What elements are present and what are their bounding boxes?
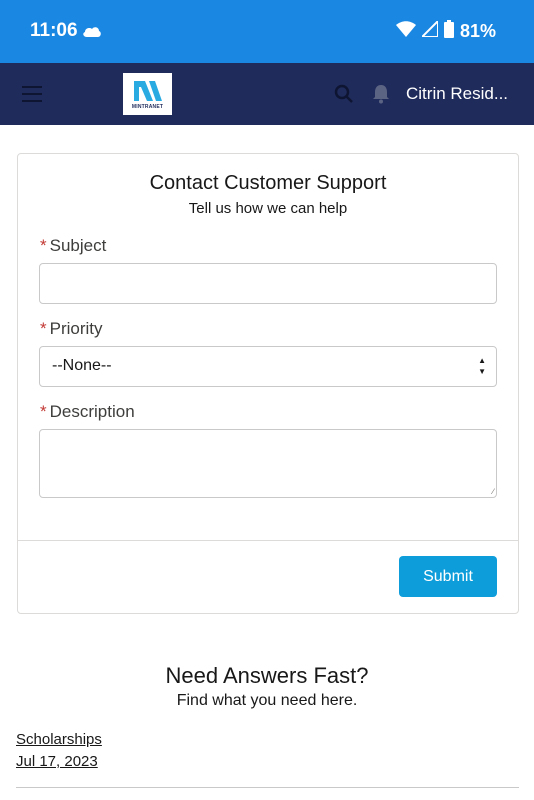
required-marker: * — [40, 319, 47, 338]
description-label: * Description — [40, 402, 135, 422]
select-arrows-icon: ▲ ▼ — [478, 356, 486, 376]
subject-label-text: Subject — [49, 236, 107, 255]
status-icons: 81% — [395, 18, 496, 43]
description-textarea[interactable]: ∕ — [39, 429, 497, 498]
required-marker: * — [40, 402, 47, 421]
article-date-link[interactable]: Jul 17, 2023 — [16, 753, 98, 770]
battery-percent: 81% — [459, 21, 496, 41]
contact-support-card: Contact Customer Support Tell us how we … — [17, 153, 519, 614]
priority-label: * Priority — [40, 319, 103, 339]
faq-subtitle: Find what you need here. — [176, 692, 358, 709]
priority-value: --None-- — [52, 357, 112, 374]
wifi-icon — [395, 21, 416, 42]
form-title: Contact Customer Support — [149, 172, 387, 194]
resize-grip-icon[interactable]: ∕ — [493, 487, 494, 496]
menu-icon[interactable] — [22, 86, 42, 102]
logo-mark-icon — [133, 80, 162, 101]
search-icon[interactable] — [334, 84, 354, 109]
subject-label: * Subject — [40, 236, 106, 256]
description-label-text: Description — [49, 402, 135, 421]
card-divider — [18, 540, 518, 541]
bell-icon[interactable] — [372, 84, 390, 109]
cloud-icon — [82, 24, 102, 43]
submit-button[interactable]: Submit — [399, 556, 497, 597]
logo[interactable]: MINTRANET — [123, 73, 172, 115]
list-divider — [16, 787, 519, 788]
signal-icon — [419, 18, 439, 42]
logo-text: MINTRANET — [131, 103, 164, 110]
form-subtitle: Tell us how we can help — [188, 200, 348, 217]
priority-label-text: Priority — [49, 319, 103, 338]
priority-select[interactable]: --None-- ▲ ▼ — [39, 346, 497, 387]
user-menu[interactable]: Citrin Resid... — [406, 84, 508, 104]
app-header: MINTRANET Citrin Resid... — [0, 63, 534, 125]
status-bar: 11:06 81% — [0, 0, 534, 63]
subject-input[interactable] — [39, 263, 497, 304]
required-marker: * — [40, 236, 47, 255]
faq-title: Need Answers Fast? — [165, 663, 369, 688]
article-title-link[interactable]: Scholarships — [16, 731, 102, 748]
battery-icon — [443, 20, 454, 43]
status-time: 11:06 — [30, 20, 78, 41]
